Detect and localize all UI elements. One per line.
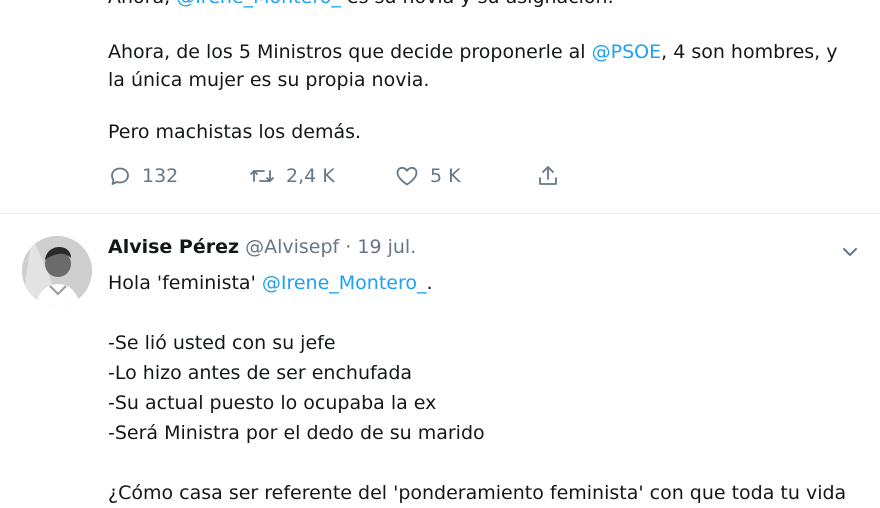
like-button[interactable]: 5 K xyxy=(394,164,536,188)
para1-suffix: , 4 son hombres, y xyxy=(661,41,838,63)
retweet-button[interactable]: 2,4 K xyxy=(248,164,394,188)
reply-count: 132 xyxy=(142,165,179,187)
cut-line-prefix: Ahora, xyxy=(108,0,176,8)
mention-link[interactable]: @Irene_Montero_ xyxy=(176,0,341,8)
tweet1-paragraph-2: Pero machistas los demás. xyxy=(108,121,362,143)
header-separator: · xyxy=(345,236,352,258)
retweet-icon xyxy=(250,170,274,182)
para1-prefix: Ahora, de los 5 Ministros que decide pro… xyxy=(108,41,592,63)
avatar-photo-icon xyxy=(22,236,92,306)
reply-button[interactable]: 132 xyxy=(108,164,248,188)
para1-line2: la única mujer es su propia novia. xyxy=(108,69,430,91)
tweet1-body: Ahora, de los 5 Ministros que decide pro… xyxy=(108,38,868,170)
tweet-date[interactable]: 19 jul. xyxy=(357,236,416,258)
cut-line-suffix: es su novia y su asignación. xyxy=(341,0,614,8)
mention-psoe[interactable]: @PSOE xyxy=(592,41,661,63)
like-count: 5 K xyxy=(430,165,461,187)
author-handle[interactable]: @Alvisepf xyxy=(245,236,339,258)
greeting-suffix: . xyxy=(426,272,433,294)
greeting-line: Hola 'feminista' @Irene_Montero_. xyxy=(108,268,868,298)
list-item: -Su actual puesto lo ocupaba la ex xyxy=(108,392,437,414)
share-icon xyxy=(539,166,557,185)
tweet1-cut-line: Ahora, @Irene_Montero_ es su novia y su … xyxy=(108,0,614,8)
chevron-down-icon[interactable] xyxy=(838,240,862,264)
question-line: ¿Cómo casa ser referente del 'ponderamie… xyxy=(108,482,847,504)
list-item: -Será Ministra por el dedo de su marido xyxy=(108,422,485,444)
tweet-divider xyxy=(0,213,880,214)
author-name[interactable]: Alvise Pérez xyxy=(108,236,239,258)
tweet2-body: Hola 'feminista' @Irene_Montero_. -Se li… xyxy=(108,268,868,508)
tweet2-header: Alvise Pérez @Alvisepf · 19 jul. xyxy=(108,236,416,258)
tweet1-paragraph-1: Ahora, de los 5 Ministros que decide pro… xyxy=(108,38,868,94)
mention-irene[interactable]: @Irene_Montero_ xyxy=(262,272,427,294)
tweet1-actions: 132 2,4 K 5 K xyxy=(108,164,560,188)
list-item: -Se lió usted con su jefe xyxy=(108,332,336,354)
list-item: -Lo hizo antes de ser enchufada xyxy=(108,362,413,384)
heart-icon xyxy=(396,166,418,186)
share-button[interactable] xyxy=(536,164,560,188)
avatar[interactable] xyxy=(22,236,92,306)
reply-icon xyxy=(111,167,129,185)
greeting-prefix: Hola 'feminista' xyxy=(108,272,262,294)
retweet-count: 2,4 K xyxy=(286,165,335,187)
